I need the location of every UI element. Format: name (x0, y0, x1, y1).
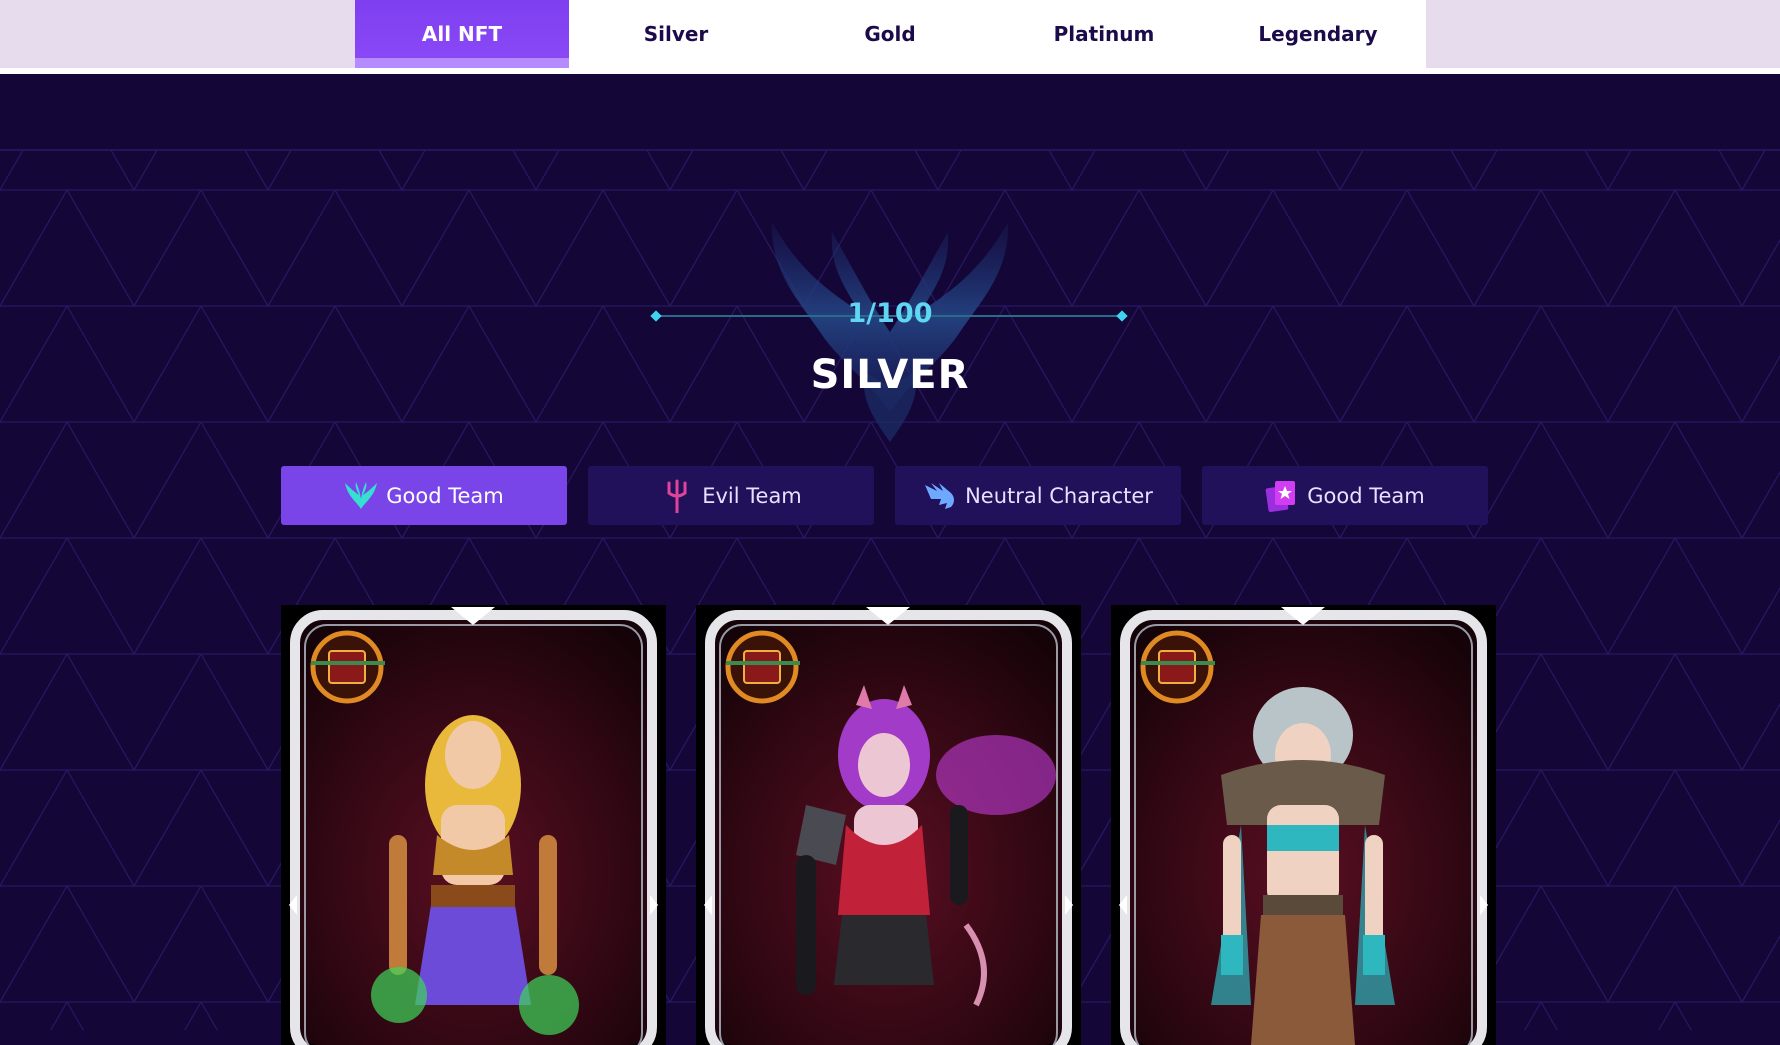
dragon-icon (923, 479, 957, 513)
nft-card[interactable] (281, 605, 666, 1045)
rank-count: 1/100 (847, 298, 933, 329)
nft-card-art (289, 607, 658, 1045)
tab-platinum[interactable]: Platinum (997, 0, 1211, 68)
tab-all-nft[interactable]: All NFT (355, 0, 569, 68)
wings-icon (344, 479, 378, 513)
filter-neutral-character[interactable]: Neutral Character (895, 466, 1181, 525)
nft-card[interactable] (696, 605, 1081, 1045)
trident-icon (660, 479, 694, 513)
filter-label: Good Team (1307, 483, 1425, 508)
tier-tabs: All NFT Silver Gold Platinum Legendary (355, 0, 1426, 68)
star-card-icon (1265, 479, 1299, 513)
top-bar: All NFT Silver Gold Platinum Legendary (0, 0, 1780, 74)
tab-legendary[interactable]: Legendary (1211, 0, 1425, 68)
team-filters: Good Team Evil Team Neutral Character Go… (281, 466, 1488, 525)
filter-good-team[interactable]: Good Team (281, 466, 567, 525)
tier-title: SILVER (810, 352, 970, 398)
nft-card-art (1119, 607, 1488, 1045)
nft-card[interactable] (1111, 605, 1496, 1045)
filter-label: Neutral Character (965, 483, 1153, 508)
tab-silver[interactable]: Silver (569, 0, 783, 68)
filter-evil-team[interactable]: Evil Team (588, 466, 874, 525)
nft-card-art (704, 607, 1073, 1045)
filter-label: Good Team (386, 483, 504, 508)
filter-good-team-cards[interactable]: Good Team (1202, 466, 1488, 525)
filter-label: Evil Team (702, 483, 802, 508)
nft-card-grid (281, 605, 1496, 1045)
tab-gold[interactable]: Gold (783, 0, 997, 68)
